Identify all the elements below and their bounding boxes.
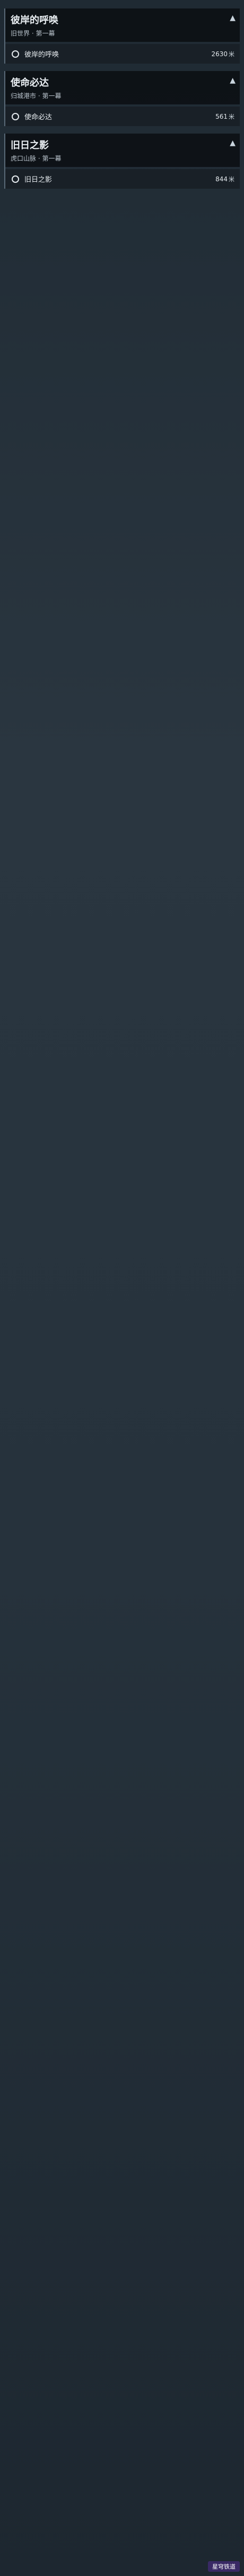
list-item[interactable]: 使命必达 561 米 — [5, 107, 240, 126]
section-0: 彼岸的呼唤 旧世界 · 第一幕 ▲ 彼岸的呼唤 2630 米 — [4, 8, 240, 64]
chapter-title: 使命必达 — [11, 77, 49, 89]
chevron-up-icon[interactable]: ▲ — [230, 76, 236, 85]
chevron-up-icon[interactable]: ▲ — [230, 139, 236, 147]
item-name: 彼岸的呼唤 — [24, 51, 59, 59]
item-unit: 米 — [229, 113, 234, 120]
chapter-header[interactable]: 旧日之影 虎口山脉 · 第一幕 ▲ — [5, 134, 240, 167]
status-circle-icon — [12, 175, 19, 183]
item-name: 使命必达 — [24, 113, 53, 121]
list-item[interactable]: 旧日之影 844 米 — [5, 169, 240, 189]
chapter-subtitle: 归城港市 · 第一幕 — [11, 92, 62, 100]
chapter-subtitle: 旧世界 · 第一幕 — [11, 30, 55, 37]
section-2: 旧日之影 虎口山脉 · 第一幕 ▲ 旧日之影 844 米 — [4, 134, 240, 189]
item-unit: 米 — [229, 175, 234, 183]
list-item[interactable]: 彼岸的呼唤 2630 米 — [5, 44, 240, 64]
item-unit: 米 — [229, 50, 234, 58]
chapter-subtitle: 虎口山脉 · 第一幕 — [11, 155, 62, 162]
status-circle-icon — [12, 50, 19, 58]
chapter-header[interactable]: 彼岸的呼唤 旧世界 · 第一幕 ▲ — [5, 8, 240, 42]
mission-list: 彼岸的呼唤 旧世界 · 第一幕 ▲ 彼岸的呼唤 2630 米 使命必达 归城港市… — [0, 0, 244, 199]
chapter-title: 彼岸的呼唤 — [11, 15, 58, 26]
chapter-title: 旧日之影 — [11, 140, 49, 151]
chapter-header[interactable]: 使命必达 归城港市 · 第一幕 ▲ — [5, 71, 240, 104]
status-circle-icon — [12, 112, 19, 120]
section-1: 使命必达 归城港市 · 第一幕 ▲ 使命必达 561 米 — [4, 71, 240, 126]
chevron-up-icon[interactable]: ▲ — [230, 14, 236, 22]
item-distance: 844 — [215, 175, 228, 183]
item-name: 旧日之影 — [24, 176, 53, 184]
item-distance: 561 — [215, 112, 228, 120]
item-distance: 2630 — [211, 50, 228, 58]
watermark-badge: 星穹铁道 — [208, 2561, 240, 2572]
